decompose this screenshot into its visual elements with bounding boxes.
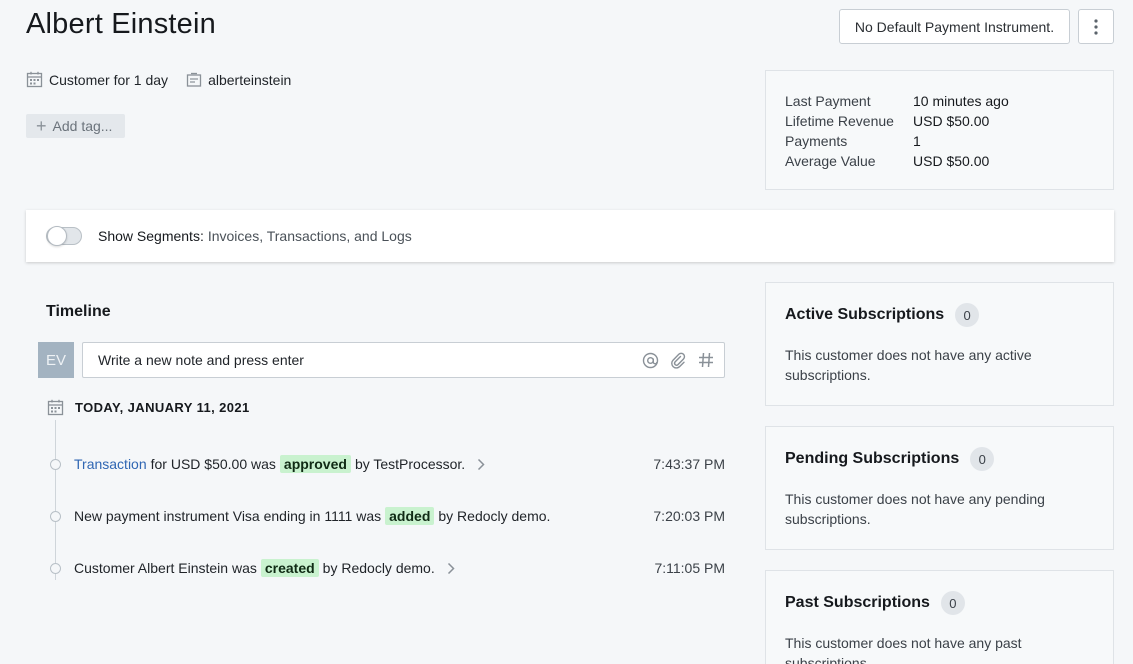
stat-value: 1 — [913, 133, 921, 149]
timeline-line — [55, 420, 56, 580]
active-subscriptions-card: Active Subscriptions 0 This customer doe… — [765, 282, 1114, 406]
timeline-dot — [50, 510, 61, 522]
avatar: EV — [38, 342, 74, 378]
card-description: This customer does not have any past sub… — [785, 635, 1022, 664]
mention-icon[interactable] — [642, 352, 659, 369]
timeline-dot — [50, 458, 61, 470]
calendar-icon — [26, 71, 43, 88]
vertical-dots-icon — [1094, 18, 1098, 35]
status-badge: added — [385, 507, 435, 525]
count-badge: 0 — [955, 303, 980, 327]
event-time: 7:43:37 PM — [653, 456, 725, 472]
stat-label: Lifetime Revenue — [785, 113, 894, 129]
card-header: Pending Subscriptions 0 — [785, 447, 1094, 471]
attachment-icon[interactable] — [670, 352, 687, 369]
stat-row: Lifetime Revenue USD $50.00 — [785, 111, 1094, 131]
segments-text: Invoices, Transactions, and Logs — [207, 228, 412, 244]
timeline-event: Customer Albert Einstein was created by … — [50, 558, 725, 578]
event-time: 7:11:05 PM — [654, 560, 725, 576]
note-input-container — [82, 342, 725, 378]
customer-meta: Customer for 1 day alberteinstein — [26, 71, 309, 88]
chevron-right-icon[interactable] — [447, 562, 455, 575]
transaction-link[interactable]: Transaction — [74, 456, 147, 472]
timeline-title: Timeline — [46, 303, 111, 320]
pending-subscriptions-card: Pending Subscriptions 0 This customer do… — [765, 426, 1114, 550]
add-tag-button[interactable]: + Add tag... — [26, 114, 125, 138]
event-text: by Redocly demo. — [438, 508, 551, 524]
customer-since: Customer for 1 day — [26, 71, 168, 88]
timeline-event: Transaction for USD $50.00 was approved … — [50, 454, 725, 474]
customer-username: alberteinstein — [186, 72, 291, 88]
event-text: New payment instrument Visa ending in 11… — [74, 508, 382, 524]
customer-since-text: Customer for 1 day — [49, 71, 169, 88]
hashtag-icon[interactable] — [698, 352, 714, 368]
stat-row: Payments 1 — [785, 131, 1094, 151]
timeline-dot — [50, 562, 61, 574]
chevron-right-icon[interactable] — [477, 458, 485, 471]
event-text: Customer Albert Einstein was — [74, 560, 257, 576]
show-segments-toggle[interactable] — [46, 226, 82, 246]
default-payment-button[interactable]: No Default Payment Instrument. — [839, 9, 1070, 44]
card-header: Past Subscriptions 0 — [785, 591, 1094, 615]
card-title: Past Subscriptions — [785, 594, 930, 611]
add-tag-label: Add tag... — [52, 118, 113, 134]
stat-label: Last Payment — [785, 93, 871, 109]
note-tools — [631, 352, 724, 369]
card-title: Active Subscriptions — [785, 306, 945, 323]
username-text: alberteinstein — [208, 71, 292, 88]
page-title: Albert Einstein — [26, 8, 216, 40]
customer-stats-card: Last Payment 10 minutes ago Lifetime Rev… — [765, 70, 1114, 190]
timeline-event: New payment instrument Visa ending in 11… — [50, 506, 725, 526]
stat-row: Last Payment 10 minutes ago — [785, 91, 1094, 111]
stat-label: Average Value — [785, 153, 876, 169]
past-subscriptions-card: Past Subscriptions 0 This customer does … — [765, 570, 1114, 664]
note-input[interactable] — [83, 343, 631, 377]
toggle-knob — [47, 226, 67, 246]
event-text: by TestProcessor. — [354, 456, 466, 472]
event-text: by Redocly demo. — [322, 560, 435, 576]
event-text: for USD $50.00 was — [150, 456, 276, 472]
timeline-date-label: TODAY, JANUARY 11, 2021 — [75, 400, 250, 415]
card-title: Pending Subscriptions — [785, 450, 960, 467]
card-header: Active Subscriptions 0 — [785, 303, 1094, 327]
card-description: This customer does not have any pending … — [785, 491, 1045, 527]
stat-label: Payments — [785, 133, 848, 149]
calendar-icon — [47, 399, 64, 416]
stat-value: USD $50.00 — [913, 153, 990, 169]
stat-value: 10 minutes ago — [913, 93, 1009, 109]
event-time: 7:20:03 PM — [653, 508, 725, 524]
card-description: This customer does not have any active s… — [785, 347, 1032, 383]
count-badge: 0 — [940, 591, 965, 615]
status-badge: approved — [279, 455, 351, 473]
stat-row: Average Value USD $50.00 — [785, 151, 1094, 171]
plus-icon: + — [36, 116, 47, 136]
id-card-icon — [186, 72, 202, 87]
segments-label: Show Segments: — [98, 228, 204, 244]
more-options-button[interactable] — [1078, 9, 1114, 44]
timeline-date-header: TODAY, JANUARY 11, 2021 — [47, 399, 250, 416]
segments-bar: Show Segments: Invoices, Transactions, a… — [26, 210, 1114, 262]
count-badge: 0 — [970, 447, 995, 471]
stat-value: USD $50.00 — [913, 113, 990, 129]
status-badge: created — [260, 559, 319, 577]
